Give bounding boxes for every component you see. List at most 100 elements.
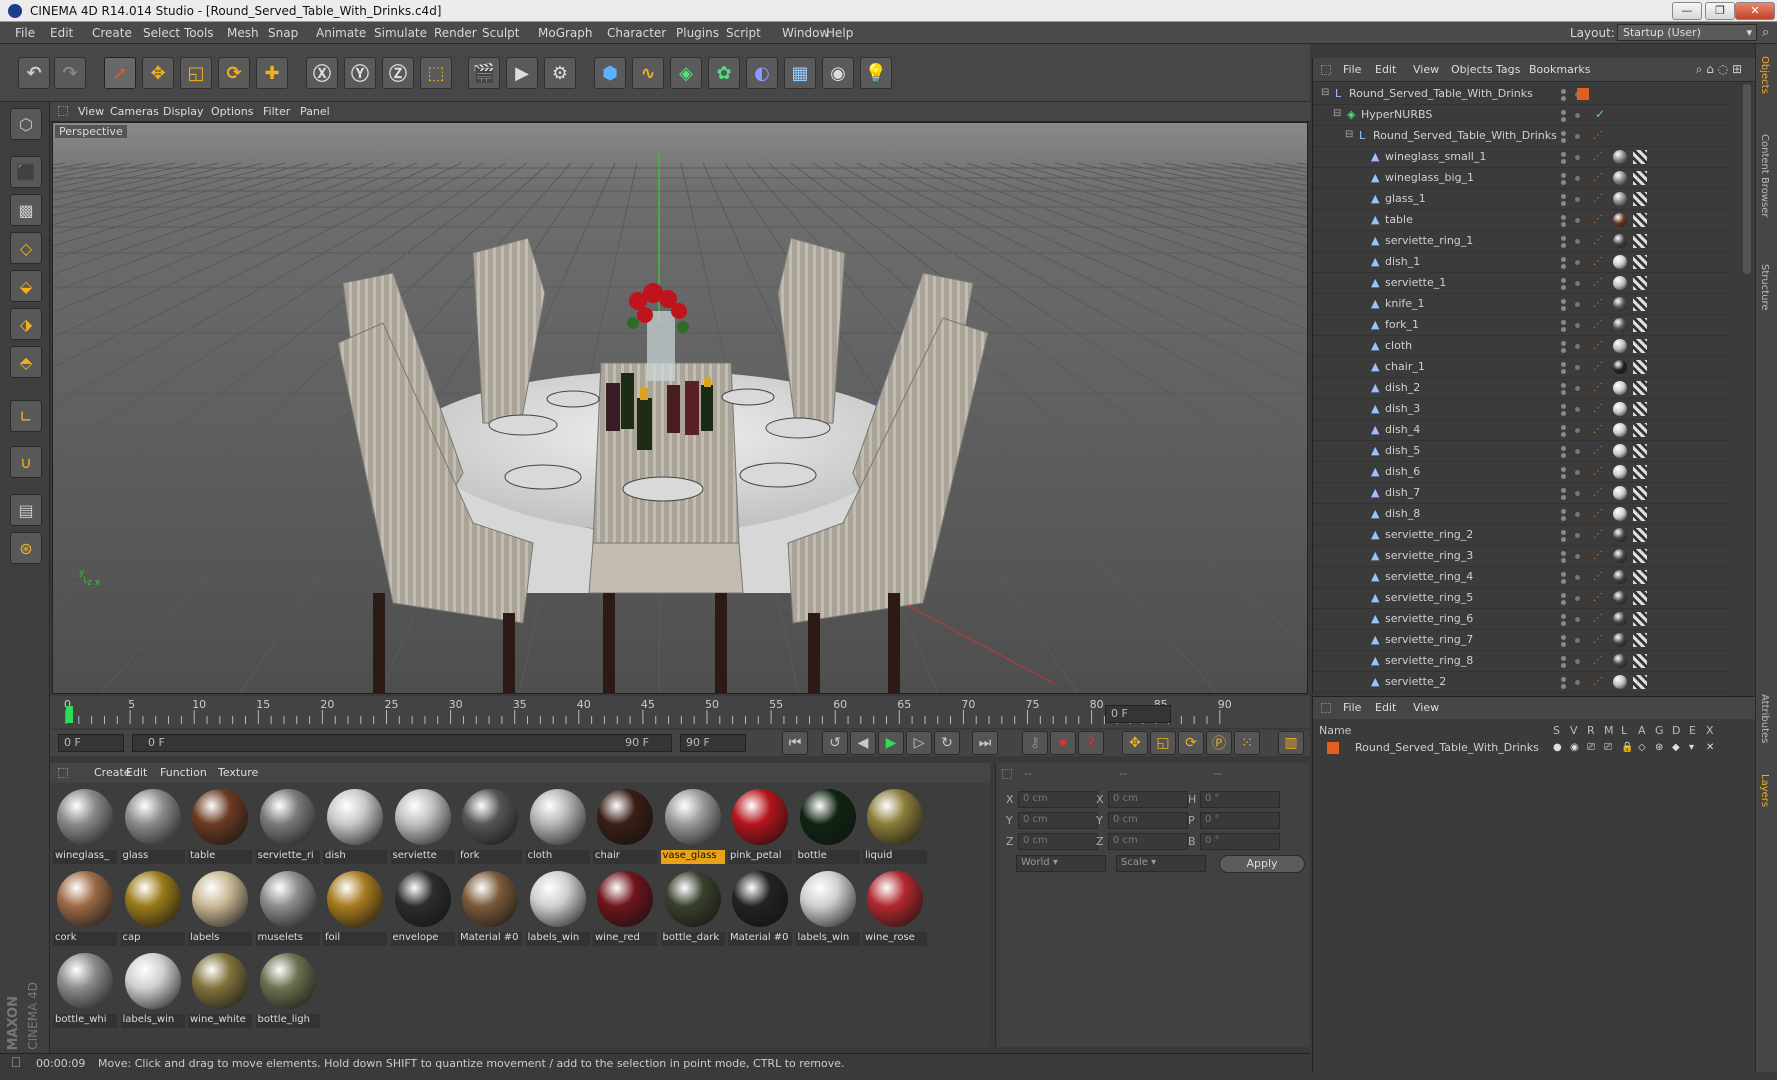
render-visibility-dot[interactable] [1561, 159, 1566, 164]
object-row[interactable]: ▲ serviette_ring_3 ⋰ [1313, 546, 1733, 567]
end-frame-field[interactable]: 90 F [680, 734, 746, 752]
apply-button[interactable]: Apply [1219, 855, 1305, 873]
texture-mode-button[interactable]: ▩ [10, 194, 42, 226]
phong-tag-icon[interactable]: ⋰ [1593, 613, 1603, 625]
menu-select[interactable]: Select [143, 26, 180, 40]
editor-visibility-dot[interactable] [1561, 257, 1566, 262]
object-row[interactable]: ▲ fork_1 ⋰ [1313, 315, 1733, 336]
x-axis-lock-button[interactable]: Ⓧ [306, 57, 338, 89]
render-visibility-dot[interactable] [1561, 348, 1566, 353]
phong-tag-icon[interactable]: ⋰ [1593, 151, 1603, 163]
material-tag-icon[interactable] [1613, 444, 1627, 458]
editor-visibility-dot[interactable] [1561, 215, 1566, 220]
menu-file[interactable]: File [15, 26, 35, 40]
phong-tag-icon[interactable]: ⋰ [1593, 592, 1603, 604]
viewport-perspective[interactable]: Perspective ✥ ⇅ ⟲ ▣ y └z x [52, 122, 1308, 694]
render-visibility-dot[interactable] [1561, 390, 1566, 395]
material-tag-icon[interactable] [1613, 675, 1627, 689]
object-menu-bookmarks[interactable]: Bookmarks [1529, 63, 1590, 76]
add-array-button[interactable]: ✿ [708, 57, 740, 89]
object-row[interactable]: ▲ wineglass_big_1 ⋰ [1313, 168, 1733, 189]
phong-tag-icon[interactable]: ⋰ [1593, 424, 1603, 436]
world-dropdown[interactable]: World ▾ [1016, 855, 1106, 872]
render-visibility-dot[interactable] [1561, 285, 1566, 290]
material-swatch[interactable]: liquid [863, 786, 927, 864]
editor-visibility-dot[interactable] [1561, 299, 1566, 304]
menu-animate[interactable]: Animate [316, 26, 366, 40]
layer-menu-file[interactable]: File [1343, 701, 1361, 714]
material-swatch[interactable]: labels_win [795, 868, 860, 946]
layer-menu-edit[interactable]: Edit [1375, 701, 1396, 714]
phong-tag-icon[interactable]: ⋰ [1593, 508, 1603, 520]
uvw-tag-icon[interactable] [1633, 444, 1647, 458]
material-tag-icon[interactable] [1613, 255, 1627, 269]
keyframe-selection-button[interactable]: ? [1078, 731, 1104, 755]
uvw-tag-icon[interactable] [1633, 339, 1647, 353]
z-axis-lock-button[interactable]: Ⓩ [382, 57, 414, 89]
material-tag-icon[interactable] [1613, 570, 1627, 584]
uvw-tag-icon[interactable] [1633, 318, 1647, 332]
autokey-button[interactable]: ⏺ [1050, 731, 1076, 755]
editor-visibility-dot[interactable] [1561, 362, 1566, 367]
render-visibility-dot[interactable] [1561, 684, 1566, 689]
menu-simulate[interactable]: Simulate [374, 26, 427, 40]
uvw-tag-icon[interactable] [1633, 402, 1647, 416]
phong-tag-icon[interactable]: ⋰ [1593, 298, 1603, 310]
editor-visibility-dot[interactable] [1561, 446, 1566, 451]
timeline-ruler[interactable]: 051015202530354045505560657075808590 0 F [50, 696, 1310, 728]
uvw-tag-icon[interactable] [1633, 507, 1647, 521]
scale-tool-button[interactable]: ◱ [180, 57, 212, 89]
editor-visibility-dot[interactable] [1561, 467, 1566, 472]
render-visibility-dot[interactable] [1561, 201, 1566, 206]
material-tag-icon[interactable] [1613, 633, 1627, 647]
uvw-tag-icon[interactable] [1633, 213, 1647, 227]
layer-menu-view[interactable]: View [1413, 701, 1439, 714]
object-row[interactable]: ▲ knife_1 ⋰ [1313, 294, 1733, 315]
menu-edit[interactable]: Edit [50, 26, 73, 40]
render-visibility-dot[interactable] [1561, 306, 1566, 311]
material-tag-icon[interactable] [1613, 234, 1627, 248]
render-visibility-dot[interactable] [1561, 579, 1566, 584]
search-icon[interactable]: ⌕ [1762, 25, 1769, 40]
next-key-button[interactable]: ↻ [934, 731, 960, 755]
add-floor-button[interactable]: ▦ [784, 57, 816, 89]
viewport-menu-options[interactable]: Options [211, 105, 253, 118]
material-swatch[interactable]: envelope [390, 868, 455, 946]
add-deformer-button[interactable]: ◐ [746, 57, 778, 89]
render-visibility-dot[interactable] [1561, 327, 1566, 332]
editor-visibility-dot[interactable] [1561, 341, 1566, 346]
object-row[interactable]: ⊟ L Round_Served_Table_With_Drinks [1313, 84, 1733, 105]
menu-plugins[interactable]: Plugins [676, 26, 719, 40]
viewport-menu-filter[interactable]: Filter [263, 105, 290, 118]
editor-visibility-dot[interactable] [1561, 152, 1566, 157]
material-tag-icon[interactable] [1613, 402, 1627, 416]
render-visibility-dot[interactable] [1561, 222, 1566, 227]
object-tree-scrollbar[interactable] [1743, 84, 1751, 274]
layer-toggle-icon[interactable]: ⊛ [1655, 742, 1663, 753]
side-tab-layers[interactable]: Layers [1759, 774, 1770, 807]
object-row[interactable]: ▲ dish_4 ⋰ [1313, 420, 1733, 441]
coordinate-system-button[interactable]: ⬚ [420, 57, 452, 89]
coord-value-field[interactable]: 0 ° [1200, 812, 1280, 829]
material-swatch[interactable]: dish [323, 786, 387, 864]
material-tag-icon[interactable] [1613, 381, 1627, 395]
side-tab-attributes[interactable]: Attributes [1759, 694, 1770, 743]
render-visibility-dot[interactable] [1561, 516, 1566, 521]
phong-tag-icon[interactable]: ⋰ [1593, 277, 1603, 289]
material-swatch[interactable]: bottle_dark [660, 868, 725, 946]
layer-toggle-icon[interactable]: ⎚ [1587, 742, 1595, 753]
editor-visibility-dot[interactable] [1561, 551, 1566, 556]
menu-help[interactable]: Help [826, 26, 853, 40]
timeline-button[interactable]: ▥ [1278, 731, 1304, 755]
uvw-tag-icon[interactable] [1633, 486, 1647, 500]
record-parameter-button[interactable]: Ⓟ [1206, 731, 1232, 755]
editor-visibility-dot[interactable] [1561, 635, 1566, 640]
object-row[interactable]: ▲ serviette_1 ⋰ [1313, 273, 1733, 294]
add-spline-button[interactable]: ∿ [632, 57, 664, 89]
go-to-start-button[interactable]: ⏮ [782, 731, 808, 755]
points-mode-button[interactable]: ⬙ [10, 270, 42, 302]
object-row[interactable]: ▲ dish_3 ⋰ [1313, 399, 1733, 420]
uvw-tag-icon[interactable] [1633, 171, 1647, 185]
layer-toggle-icon[interactable]: ● [1553, 742, 1562, 753]
viewport-menu-cameras[interactable]: Cameras [110, 105, 159, 118]
